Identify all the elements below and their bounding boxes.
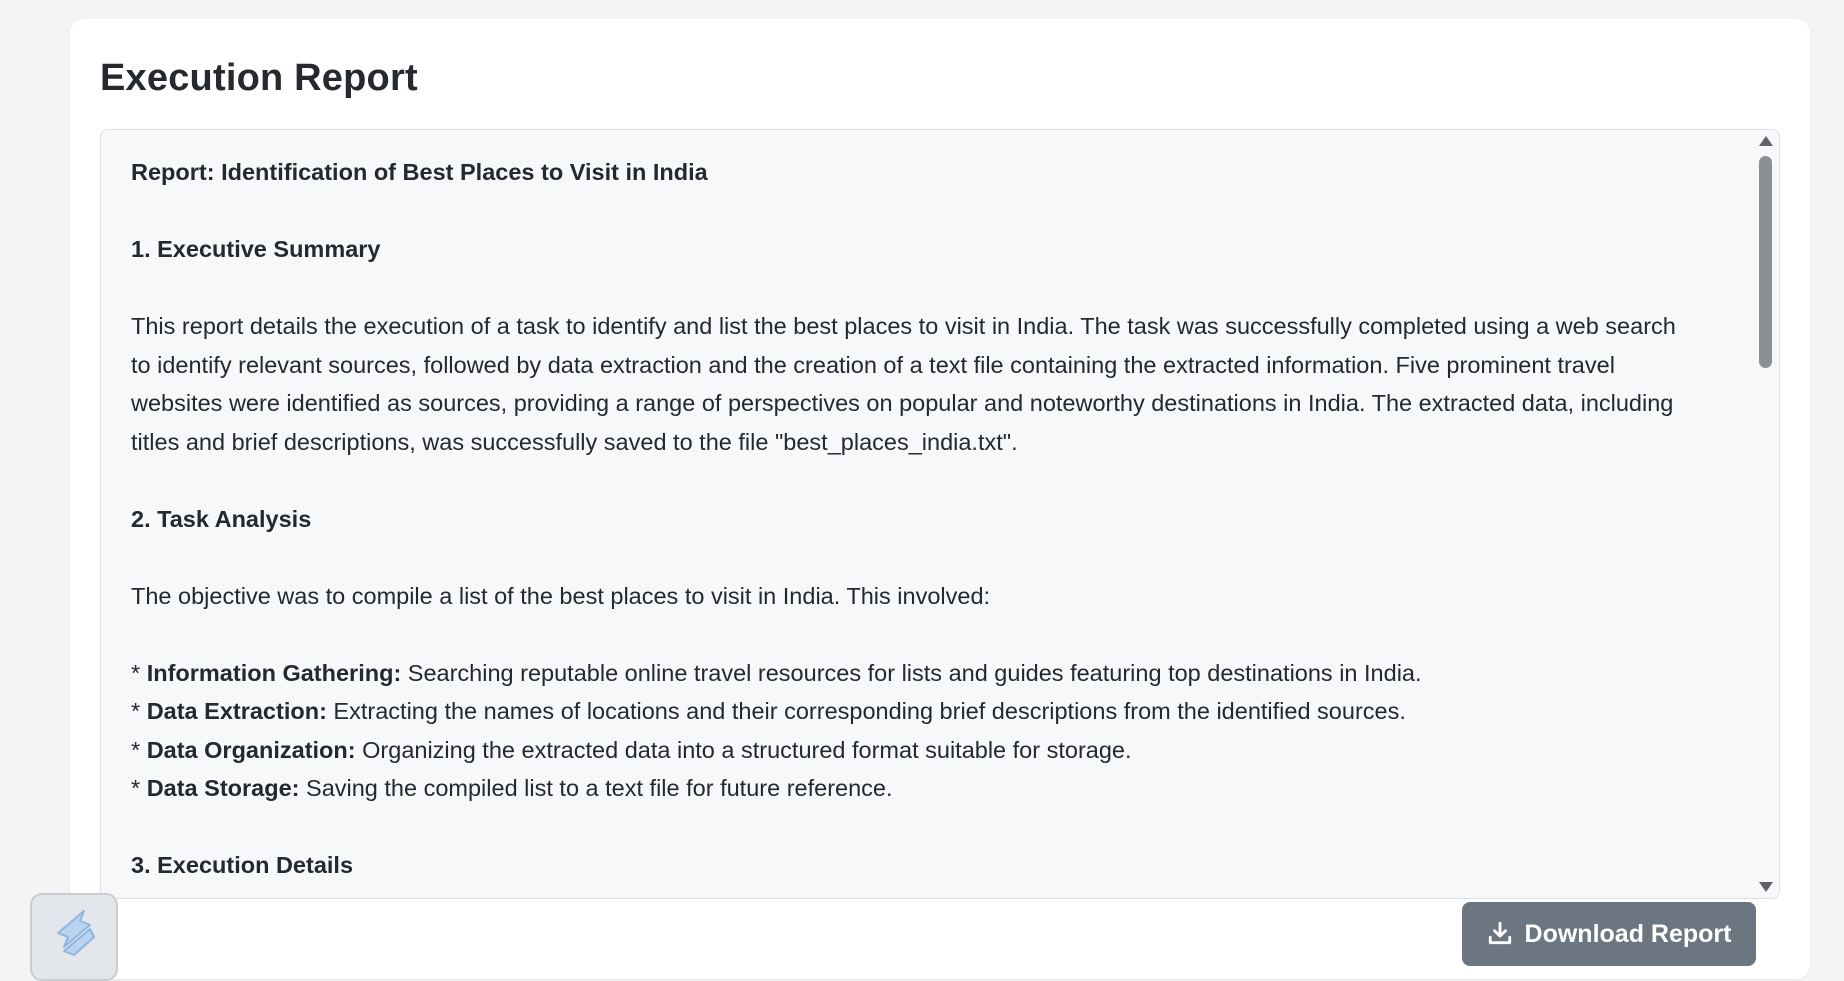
report-content: Report: Identification of Best Places to…	[131, 130, 1743, 898]
bullet-item: * Information Gathering: Searching reput…	[131, 659, 1422, 686]
summary-line: titles and brief descriptions, was succe…	[131, 428, 1018, 455]
bullet-label: Data Storage:	[146, 775, 300, 801]
download-icon	[1488, 921, 1511, 945]
scroll-thumb[interactable]	[1759, 156, 1772, 368]
bullet-item: * Data Organization: Organizing the extr…	[131, 736, 1132, 763]
bullet-item: * Data Extraction: Extracting the names …	[131, 698, 1406, 724]
download-report-button[interactable]: Download Report	[1462, 902, 1756, 966]
report-viewer[interactable]: Report: Identification of Best Places to…	[100, 129, 1780, 899]
app-logo-icon	[57, 910, 95, 956]
section-title-executive-summary: 1. Executive Summary	[131, 236, 381, 262]
summary-line: to identify relevant sources, followed b…	[131, 351, 1615, 378]
scroll-down-arrow-icon[interactable]	[1759, 882, 1773, 892]
page-title: Execution Report	[100, 57, 418, 99]
section-title-execution-details: 3. Execution Details	[131, 852, 354, 878]
section-title-task-analysis: 2. Task Analysis	[131, 505, 312, 532]
summary-line: This report details the execution of a t…	[131, 313, 1676, 339]
report-heading: Report: Identification of Best Places to…	[131, 159, 708, 185]
vertical-scrollbar[interactable]	[1755, 130, 1777, 898]
bullet-label: Data Extraction:	[146, 698, 327, 724]
summary-line: websites were identified as sources, pro…	[131, 390, 1674, 416]
bullet-label: Data Organization:	[146, 736, 356, 763]
scroll-up-arrow-icon[interactable]	[1759, 136, 1773, 146]
download-report-label: Download Report	[1524, 919, 1732, 948]
objective-text: The objective was to compile a list of t…	[131, 582, 991, 609]
floating-app-widget[interactable]	[30, 893, 118, 981]
bullet-label: Information Gathering:	[146, 659, 402, 686]
bullet-item: * Data Storage: Saving the compiled list…	[131, 775, 893, 801]
report-card: Execution Report Report: Identification …	[70, 19, 1810, 979]
